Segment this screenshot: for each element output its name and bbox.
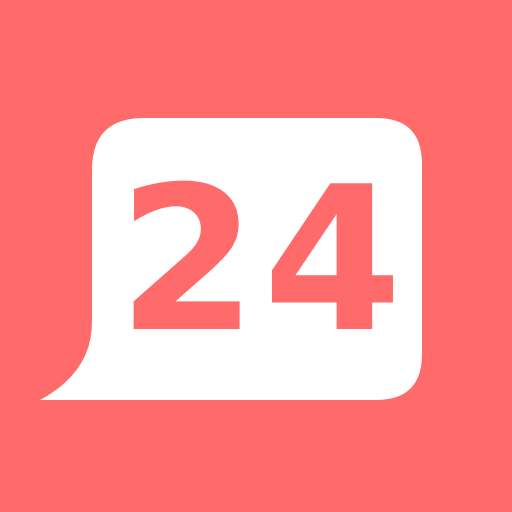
icon-number: 24	[117, 144, 409, 377]
app-icon[interactable]: 24	[0, 0, 512, 512]
